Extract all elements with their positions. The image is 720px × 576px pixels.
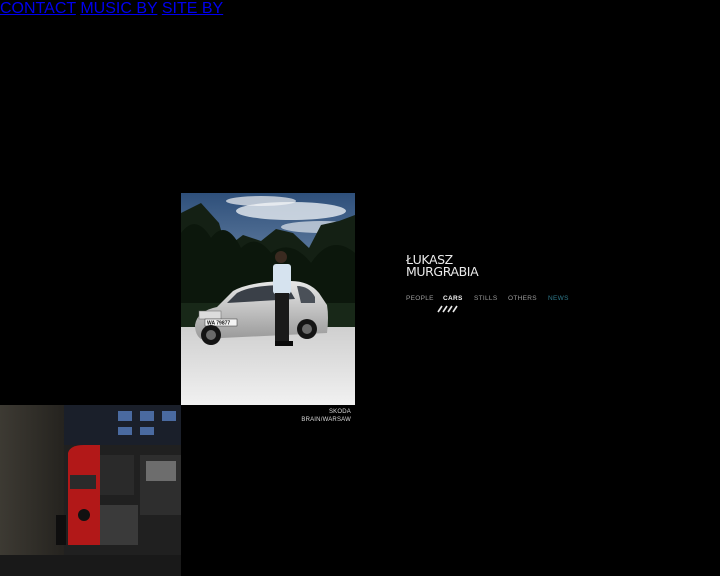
logo-last-name: MURGRABIA (406, 264, 479, 279)
street-scene-illustration (0, 405, 181, 576)
caption-brand: SKODA (328, 409, 351, 415)
caption-agency: BRAIN/WARSAW (301, 417, 351, 423)
contact-link[interactable]: CONTACT (0, 0, 76, 17)
nav-cars[interactable]: CARS (443, 295, 463, 302)
nav-others[interactable]: OTHERS (508, 295, 537, 302)
music-by-link[interactable]: MUSIC BY (80, 0, 157, 17)
nav-stills[interactable]: STILLS (474, 295, 497, 302)
site-by-link[interactable]: SITE BY (162, 0, 223, 17)
thumbnail-photo[interactable] (0, 405, 181, 576)
active-indicator-hatch-icon (437, 305, 458, 313)
nav-news[interactable]: NEWS (548, 295, 569, 302)
nav-people[interactable]: PEOPLE (406, 295, 434, 302)
site-logo[interactable]: ŁUKASZ MURGRABIA (406, 253, 479, 279)
top-nav: CONTACT MUSIC BY SITE BY (0, 0, 720, 18)
car-photo-illustration: WA 79877 (181, 193, 355, 405)
photo-caption: SKODA BRAIN/WARSAW (271, 408, 351, 424)
featured-photo[interactable]: WA 79877 (181, 193, 355, 405)
